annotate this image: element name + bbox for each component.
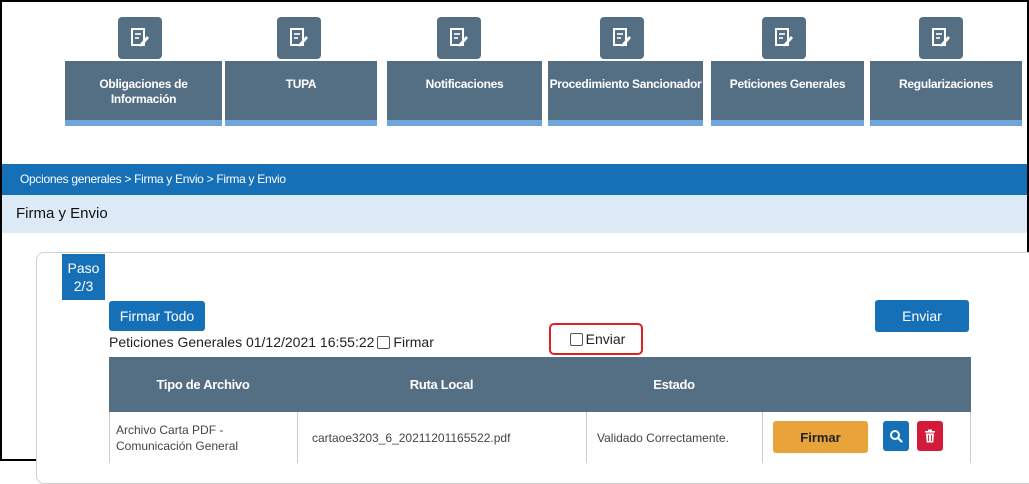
step-number: 2/3 — [73, 278, 94, 294]
edit-document-icon[interactable] — [919, 17, 963, 59]
firmar-button[interactable]: Firmar — [773, 421, 868, 453]
column-header-tipo: Tipo de Archivo — [156, 377, 250, 392]
cell-estado: Validado Correctamente. — [587, 412, 763, 463]
edit-document-icon[interactable] — [277, 17, 321, 59]
edit-document-icon[interactable] — [437, 17, 481, 59]
nav-card-notificaciones[interactable]: Notificaciones — [387, 61, 542, 126]
column-header-estado: Estado — [653, 377, 695, 392]
edit-document-icon[interactable] — [600, 17, 644, 59]
enviar-checkbox-highlight: Enviar — [549, 323, 643, 355]
enviar-button[interactable]: Enviar — [875, 300, 969, 332]
step-label: Paso — [67, 260, 100, 276]
cell-tipo: Archivo Carta PDF - Comunicación General — [110, 412, 298, 463]
column-header-actions — [762, 357, 971, 412]
firmar-todo-button[interactable]: Firmar Todo — [109, 301, 205, 331]
enviar-checkbox[interactable] — [569, 332, 583, 346]
search-icon[interactable] — [883, 421, 909, 451]
firmar-checkbox[interactable] — [377, 335, 391, 349]
page-title: Firma y Envio — [2, 195, 1027, 233]
nav-card-peticiones[interactable]: Peticiones Generales — [711, 61, 864, 126]
nav-label: Información — [110, 92, 177, 106]
document-description: Peticiones Generales 01/12/2021 16:55:22 — [109, 334, 375, 350]
firmar-checkbox-label: Firmar — [393, 334, 434, 350]
nav-label: Regularizaciones — [899, 77, 993, 91]
edit-document-icon[interactable] — [118, 17, 162, 59]
nav-label: Peticiones Generales — [729, 77, 846, 91]
nav-card-obligaciones[interactable]: Obligaciones de Información — [65, 61, 222, 126]
column-header-ruta: Ruta Local — [409, 377, 474, 392]
nav-label: Obligaciones de — [99, 77, 188, 91]
document-line: Peticiones Generales 01/12/2021 16:55:22… — [109, 334, 434, 350]
nav-label: TUPA — [285, 77, 317, 91]
top-navigation: Obligaciones de Información TUPA Notific… — [2, 2, 1027, 162]
nav-label: Procedimiento Sancionador — [549, 77, 702, 91]
step-indicator: Paso 2/3 — [62, 254, 105, 300]
enviar-checkbox-label: Enviar — [585, 331, 626, 347]
edit-document-icon[interactable] — [762, 17, 806, 59]
cell-ruta: cartaoe3203_6_20211201165522.pdf — [298, 412, 587, 463]
trash-icon[interactable] — [917, 421, 943, 451]
breadcrumb: Opciones generales > Firma y Envio > Fir… — [2, 164, 1027, 195]
table-header: Tipo de Archivo Ruta Local Estado — [109, 357, 971, 412]
nav-label: Notificaciones — [425, 77, 504, 91]
nav-card-procedimiento[interactable]: Procedimiento Sancionador — [548, 61, 703, 126]
nav-card-regularizaciones[interactable]: Regularizaciones — [870, 61, 1022, 126]
nav-card-tupa[interactable]: TUPA — [225, 61, 377, 126]
table-row: Archivo Carta PDF - Comunicación General… — [109, 412, 971, 463]
